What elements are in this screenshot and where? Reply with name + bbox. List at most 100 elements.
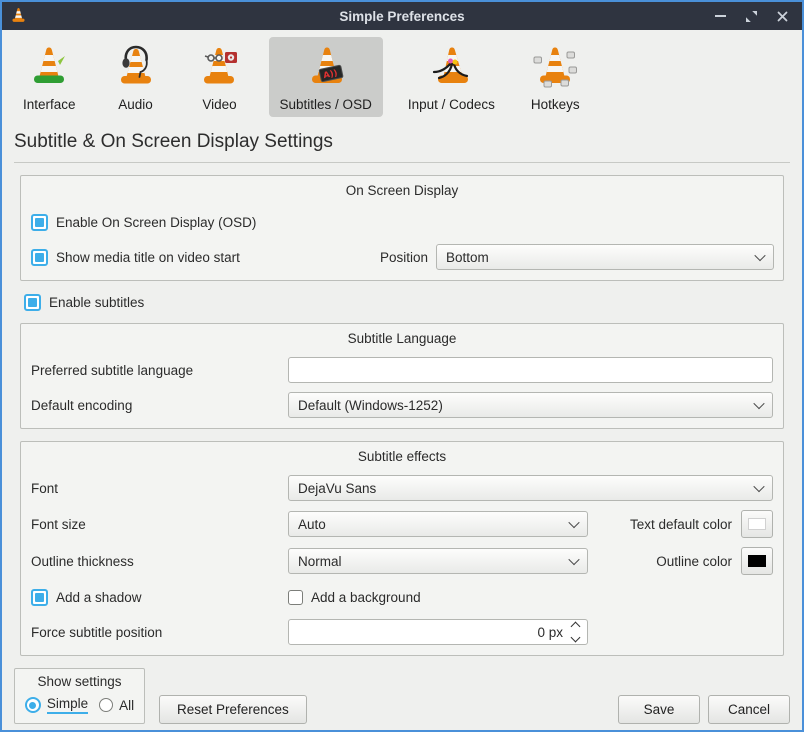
subtitles-tab-icon: A)) <box>302 43 350 94</box>
outline-thickness-dropdown[interactable]: Normal <box>288 548 588 574</box>
font-size-label: Font size <box>31 517 288 532</box>
simple-radio[interactable] <box>25 697 41 713</box>
enable-osd-label[interactable]: Enable On Screen Display (OSD) <box>56 215 256 230</box>
hotkeys-tab-icon <box>531 43 579 94</box>
preferred-language-label: Preferred subtitle language <box>31 363 288 378</box>
show-settings-groupbox: Show settings Simple All <box>14 668 145 724</box>
tab-label: Audio <box>118 97 153 112</box>
preferred-language-input[interactable] <box>288 357 773 383</box>
interface-tab-icon <box>25 43 73 94</box>
enable-subtitles-label[interactable]: Enable subtitles <box>49 295 144 310</box>
force-position-label: Force subtitle position <box>31 625 288 640</box>
media-title-row: Show media title on video start Position… <box>31 244 773 270</box>
video-tab-icon <box>196 43 244 94</box>
tab-audio[interactable]: Audio <box>101 37 171 117</box>
tab-label: Video <box>202 97 236 112</box>
font-size-value: Auto <box>298 517 570 532</box>
spin-down-icon[interactable] <box>571 633 581 643</box>
tab-label: Subtitles / OSD <box>280 97 372 112</box>
outline-color-button[interactable] <box>741 547 773 575</box>
position-label: Position <box>380 250 428 265</box>
add-shadow-label[interactable]: Add a shadow <box>56 590 142 605</box>
text-color-swatch <box>748 518 766 530</box>
font-size-row: Font size Auto Text default color <box>31 510 773 538</box>
close-icon[interactable] <box>775 9 789 23</box>
subtitle-language-title: Subtitle Language <box>31 328 773 348</box>
default-encoding-dropdown[interactable]: Default (Windows-1252) <box>288 392 773 418</box>
text-default-color-label: Text default color <box>630 517 732 532</box>
outline-color-label: Outline color <box>656 554 732 569</box>
preferences-tabstrip: Interface Audio <box>2 30 802 121</box>
show-settings-title: Show settings <box>23 674 136 689</box>
add-background-label[interactable]: Add a background <box>311 590 421 605</box>
font-row: Font DejaVu Sans <box>31 475 773 501</box>
tab-subtitles-osd[interactable]: A)) Subtitles / OSD <box>269 37 383 117</box>
simple-radio-label[interactable]: Simple <box>47 696 88 714</box>
outline-thickness-value: Normal <box>298 554 570 569</box>
subtitle-language-groupbox: Subtitle Language Preferred subtitle lan… <box>20 323 784 429</box>
font-value: DejaVu Sans <box>298 481 755 496</box>
chevron-down-icon <box>568 517 579 528</box>
window-title: Simple Preferences <box>339 9 464 24</box>
tab-hotkeys[interactable]: Hotkeys <box>520 37 591 117</box>
text-default-color-button[interactable] <box>741 510 773 538</box>
simple-preferences-window: Simple Preferences <box>0 0 804 732</box>
default-encoding-label: Default encoding <box>31 398 288 413</box>
default-encoding-row: Default encoding Default (Windows-1252) <box>31 392 773 418</box>
chevron-down-icon <box>753 481 764 492</box>
osd-group-title: On Screen Display <box>31 180 773 200</box>
restore-icon[interactable] <box>744 9 758 23</box>
tab-video[interactable]: Video <box>185 37 255 117</box>
outline-color-swatch <box>748 555 766 567</box>
position-dropdown[interactable]: Bottom <box>436 244 774 270</box>
add-background-checkbox[interactable] <box>288 590 303 605</box>
force-position-spinbox[interactable]: 0 px <box>288 619 588 645</box>
default-encoding-value: Default (Windows-1252) <box>298 398 755 413</box>
chevron-down-icon <box>754 250 765 261</box>
titlebar[interactable]: Simple Preferences <box>2 2 802 30</box>
reset-preferences-button[interactable]: Reset Preferences <box>159 695 307 724</box>
vlc-cone-icon <box>10 7 27 26</box>
radio-option-all[interactable]: All <box>99 698 134 713</box>
enable-subtitles-row[interactable]: Enable subtitles <box>24 294 802 311</box>
show-media-title-label[interactable]: Show media title on video start <box>56 250 240 265</box>
tab-interface[interactable]: Interface <box>12 37 87 117</box>
outline-thickness-label: Outline thickness <box>31 554 288 569</box>
heading-divider <box>14 162 790 163</box>
tab-label: Interface <box>23 97 76 112</box>
add-shadow-checkbox[interactable] <box>31 589 48 606</box>
tab-input-codecs[interactable]: Input / Codecs <box>397 37 506 117</box>
save-button[interactable]: Save <box>618 695 700 724</box>
shadow-background-row: Add a shadow Add a background <box>31 584 773 610</box>
osd-groupbox: On Screen Display Enable On Screen Displ… <box>20 175 784 281</box>
enable-osd-checkbox[interactable] <box>31 214 48 231</box>
preferred-language-row: Preferred subtitle language <box>31 357 773 383</box>
all-radio[interactable] <box>99 698 113 712</box>
spinner-arrows[interactable] <box>572 623 579 641</box>
page-title: Subtitle & On Screen Display Settings <box>14 131 790 153</box>
font-dropdown[interactable]: DejaVu Sans <box>288 475 773 501</box>
force-position-row: Force subtitle position 0 px <box>31 619 773 645</box>
subtitle-effects-groupbox: Subtitle effects Font DejaVu Sans Font s… <box>20 441 784 656</box>
cancel-button[interactable]: Cancel <box>708 695 790 724</box>
audio-tab-icon <box>112 43 160 94</box>
radio-option-simple[interactable]: Simple <box>25 696 88 714</box>
chevron-down-icon <box>568 554 579 565</box>
position-value: Bottom <box>446 250 756 265</box>
tab-label: Hotkeys <box>531 97 580 112</box>
all-radio-label[interactable]: All <box>119 698 134 713</box>
subtitle-effects-title: Subtitle effects <box>31 446 773 466</box>
chevron-down-icon <box>753 398 764 409</box>
outline-thickness-row: Outline thickness Normal Outline color <box>31 547 773 575</box>
input-codecs-tab-icon <box>427 43 475 94</box>
show-media-title-checkbox[interactable] <box>31 249 48 266</box>
font-label: Font <box>31 481 288 496</box>
minimize-icon[interactable] <box>713 9 727 23</box>
spin-up-icon[interactable] <box>571 622 581 632</box>
tab-label: Input / Codecs <box>408 97 495 112</box>
footer: Show settings Simple All Reset Preferenc… <box>14 668 790 724</box>
enable-osd-row[interactable]: Enable On Screen Display (OSD) <box>31 209 773 235</box>
enable-subtitles-checkbox[interactable] <box>24 294 41 311</box>
force-position-value: 0 px <box>537 625 563 640</box>
font-size-dropdown[interactable]: Auto <box>288 511 588 537</box>
